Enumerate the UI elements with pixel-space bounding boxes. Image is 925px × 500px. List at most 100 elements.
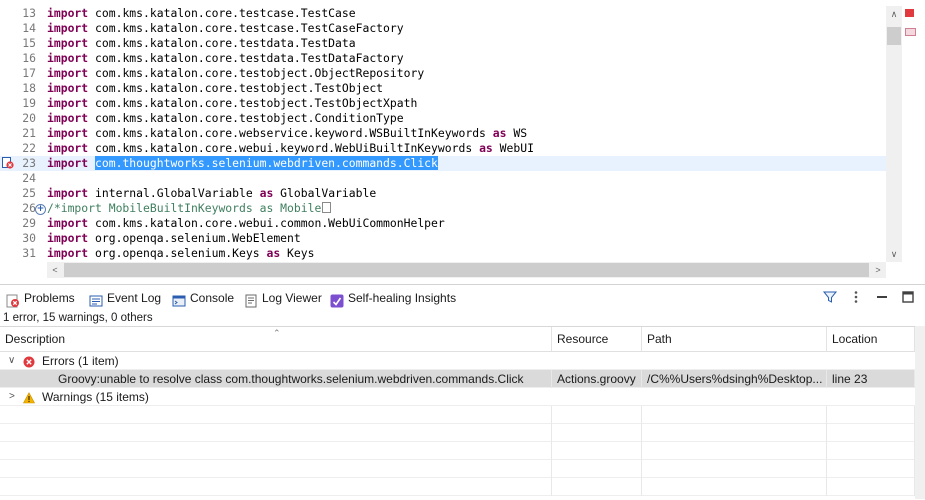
problems-table[interactable]: ⌃ Description Resource Path Location ∨ E…: [0, 326, 915, 500]
empty-table-row: [0, 424, 915, 442]
code-line[interactable]: 25 import internal.GlobalVariable as Glob…: [0, 186, 886, 201]
code-identifier: org.openqa.selenium.Keys: [88, 246, 267, 260]
code-text[interactable]: import com.kms.katalon.core.testobject.T…: [47, 81, 383, 96]
code-identifier: com.kms.katalon.core.webui.keyword.WebUi…: [88, 141, 480, 155]
horizontal-scroll-thumb[interactable]: [64, 263, 869, 277]
code-line[interactable]: 13 import com.kms.katalon.core.testcase.T…: [0, 6, 886, 21]
event-log-icon: [89, 291, 103, 307]
code-text[interactable]: import com.kms.katalon.core.testcase.Tes…: [47, 6, 356, 21]
code-text[interactable]: /*import MobileBuiltInKeywords as Mobile: [47, 201, 332, 216]
tab-event-log-label: Event Log: [107, 291, 162, 305]
error-icon: [23, 355, 35, 368]
code-text[interactable]: import com.kms.katalon.core.webui.common…: [47, 216, 445, 231]
code-line[interactable]: 30 import org.openqa.selenium.WebElement: [0, 231, 886, 246]
tab-log-viewer[interactable]: Log Viewer: [240, 285, 326, 311]
line-number: 29: [22, 216, 36, 230]
code-identifier: com.kms.katalon.core.testcase.TestCaseFa…: [88, 21, 404, 35]
code-editor[interactable]: 13 import com.kms.katalon.core.testcase.T…: [0, 0, 925, 282]
empty-table-row: [0, 460, 915, 478]
code-text[interactable]: import com.kms.katalon.core.webservice.k…: [47, 126, 527, 141]
expand-chevron-right-icon[interactable]: >: [9, 388, 15, 406]
code-text[interactable]: import com.kms.katalon.core.testcase.Tes…: [47, 21, 404, 36]
empty-cell: [827, 406, 915, 424]
code-line[interactable]: 29 import com.kms.katalon.core.webui.comm…: [0, 216, 886, 231]
keyword: import: [47, 231, 89, 245]
code-line[interactable]: 22 import com.kms.katalon.core.webui.keyw…: [0, 141, 886, 156]
fold-expand-icon[interactable]: +: [35, 204, 46, 215]
column-header-path[interactable]: Path: [642, 327, 827, 351]
code-text[interactable]: import org.openqa.selenium.WebElement: [47, 231, 301, 246]
scroll-right-arrow-icon[interactable]: >: [870, 262, 886, 278]
empty-cell: [552, 406, 642, 424]
empty-cell: [0, 460, 552, 478]
tab-console[interactable]: Console: [168, 285, 238, 311]
editor-vertical-scrollbar[interactable]: ∧ ∨: [886, 6, 902, 262]
line-number: 23: [22, 156, 36, 170]
line-number: 14: [22, 21, 36, 35]
keyword: import: [47, 6, 89, 20]
keyword-as: as: [259, 186, 274, 200]
code-line[interactable]: 26 +/*import MobileBuiltInKeywords as Mob…: [0, 201, 886, 216]
code-text[interactable]: import com.kms.katalon.core.testobject.C…: [47, 111, 404, 126]
maximize-icon[interactable]: [899, 289, 917, 307]
code-text[interactable]: import org.openqa.selenium.Keys as Keys: [47, 246, 314, 261]
code-alias: WS: [506, 126, 528, 140]
scroll-left-arrow-icon[interactable]: <: [47, 262, 63, 278]
code-text[interactable]: import com.kms.katalon.core.testdata.Tes…: [47, 51, 404, 66]
code-line[interactable]: 23 import com.thoughtworks.selenium.webdr…: [0, 156, 886, 171]
line-number: 20: [22, 111, 36, 125]
errors-group-row[interactable]: ∨ Errors (1 item): [0, 352, 915, 370]
empty-cell: [0, 424, 552, 442]
code-line[interactable]: 14 import com.kms.katalon.core.testcase.T…: [0, 21, 886, 36]
warning-overview-mark[interactable]: [905, 28, 916, 36]
empty-cell: [827, 478, 915, 496]
code-lines[interactable]: 13 import com.kms.katalon.core.testcase.T…: [0, 6, 886, 261]
scroll-down-arrow-icon[interactable]: ∨: [886, 246, 902, 262]
code-text[interactable]: import internal.GlobalVariable as Global…: [47, 186, 376, 201]
code-line[interactable]: 17 import com.kms.katalon.core.testobject…: [0, 66, 886, 81]
code-text[interactable]: import com.kms.katalon.core.testdata.Tes…: [47, 36, 356, 51]
overview-ruler[interactable]: [903, 6, 917, 262]
tab-problems[interactable]: Problems: [2, 285, 79, 311]
code-text[interactable]: import com.kms.katalon.core.testobject.O…: [47, 66, 424, 81]
code-line[interactable]: 19 import com.kms.katalon.core.testobject…: [0, 96, 886, 111]
view-menu-icon[interactable]: [847, 289, 865, 307]
tab-self-healing-insights[interactable]: Self-healing Insights: [326, 285, 460, 311]
column-header-description[interactable]: ⌃ Description: [0, 327, 552, 351]
code-line[interactable]: 21 import com.kms.katalon.core.webservice…: [0, 126, 886, 141]
empty-cell: [642, 442, 827, 460]
code-line[interactable]: 31 import org.openqa.selenium.Keys as Key…: [0, 246, 886, 261]
column-header-location[interactable]: Location: [827, 327, 915, 351]
filter-icon[interactable]: [821, 289, 839, 307]
code-text[interactable]: import com.thoughtworks.selenium.webdriv…: [47, 156, 438, 171]
error-resource: Actions.groovy: [552, 370, 642, 388]
problems-summary: 1 error, 15 warnings, 0 others: [3, 312, 153, 324]
code-text[interactable]: import com.kms.katalon.core.testobject.T…: [47, 96, 417, 111]
folded-block-icon[interactable]: [322, 202, 332, 213]
code-line[interactable]: 15 import com.kms.katalon.core.testdata.T…: [0, 36, 886, 51]
expand-chevron-down-icon[interactable]: ∨: [8, 352, 15, 370]
minimize-icon[interactable]: [873, 289, 891, 307]
empty-cell: [827, 442, 915, 460]
error-item-row[interactable]: Groovy:unable to resolve class com.thoug…: [0, 370, 915, 388]
empty-cell: [642, 424, 827, 442]
code-line[interactable]: 16 import com.kms.katalon.core.testdata.T…: [0, 51, 886, 66]
column-header-resource[interactable]: Resource: [552, 327, 642, 351]
table-vertical-scrollbar[interactable]: [915, 326, 925, 499]
vertical-scroll-thumb[interactable]: [887, 27, 901, 45]
tab-event-log[interactable]: Event Log: [85, 285, 165, 311]
code-line[interactable]: 24: [0, 171, 886, 186]
error-marker-icon[interactable]: [2, 157, 14, 169]
error-overview-mark[interactable]: [905, 9, 914, 17]
code-line[interactable]: 18 import com.kms.katalon.core.testobject…: [0, 81, 886, 96]
empty-cell: [0, 442, 552, 460]
warnings-group-row[interactable]: > Warnings (15 items): [0, 388, 915, 406]
code-line[interactable]: 20 import com.kms.katalon.core.testobject…: [0, 111, 886, 126]
self-healing-icon: [330, 291, 344, 308]
editor-horizontal-scrollbar[interactable]: < >: [47, 262, 886, 278]
empty-cell: [827, 424, 915, 442]
code-text[interactable]: import com.kms.katalon.core.webui.keywor…: [47, 141, 534, 156]
line-number: 22: [22, 141, 36, 155]
scroll-up-arrow-icon[interactable]: ∧: [886, 6, 902, 22]
selected-text[interactable]: com.thoughtworks.selenium.webdriven.comm…: [95, 156, 438, 170]
